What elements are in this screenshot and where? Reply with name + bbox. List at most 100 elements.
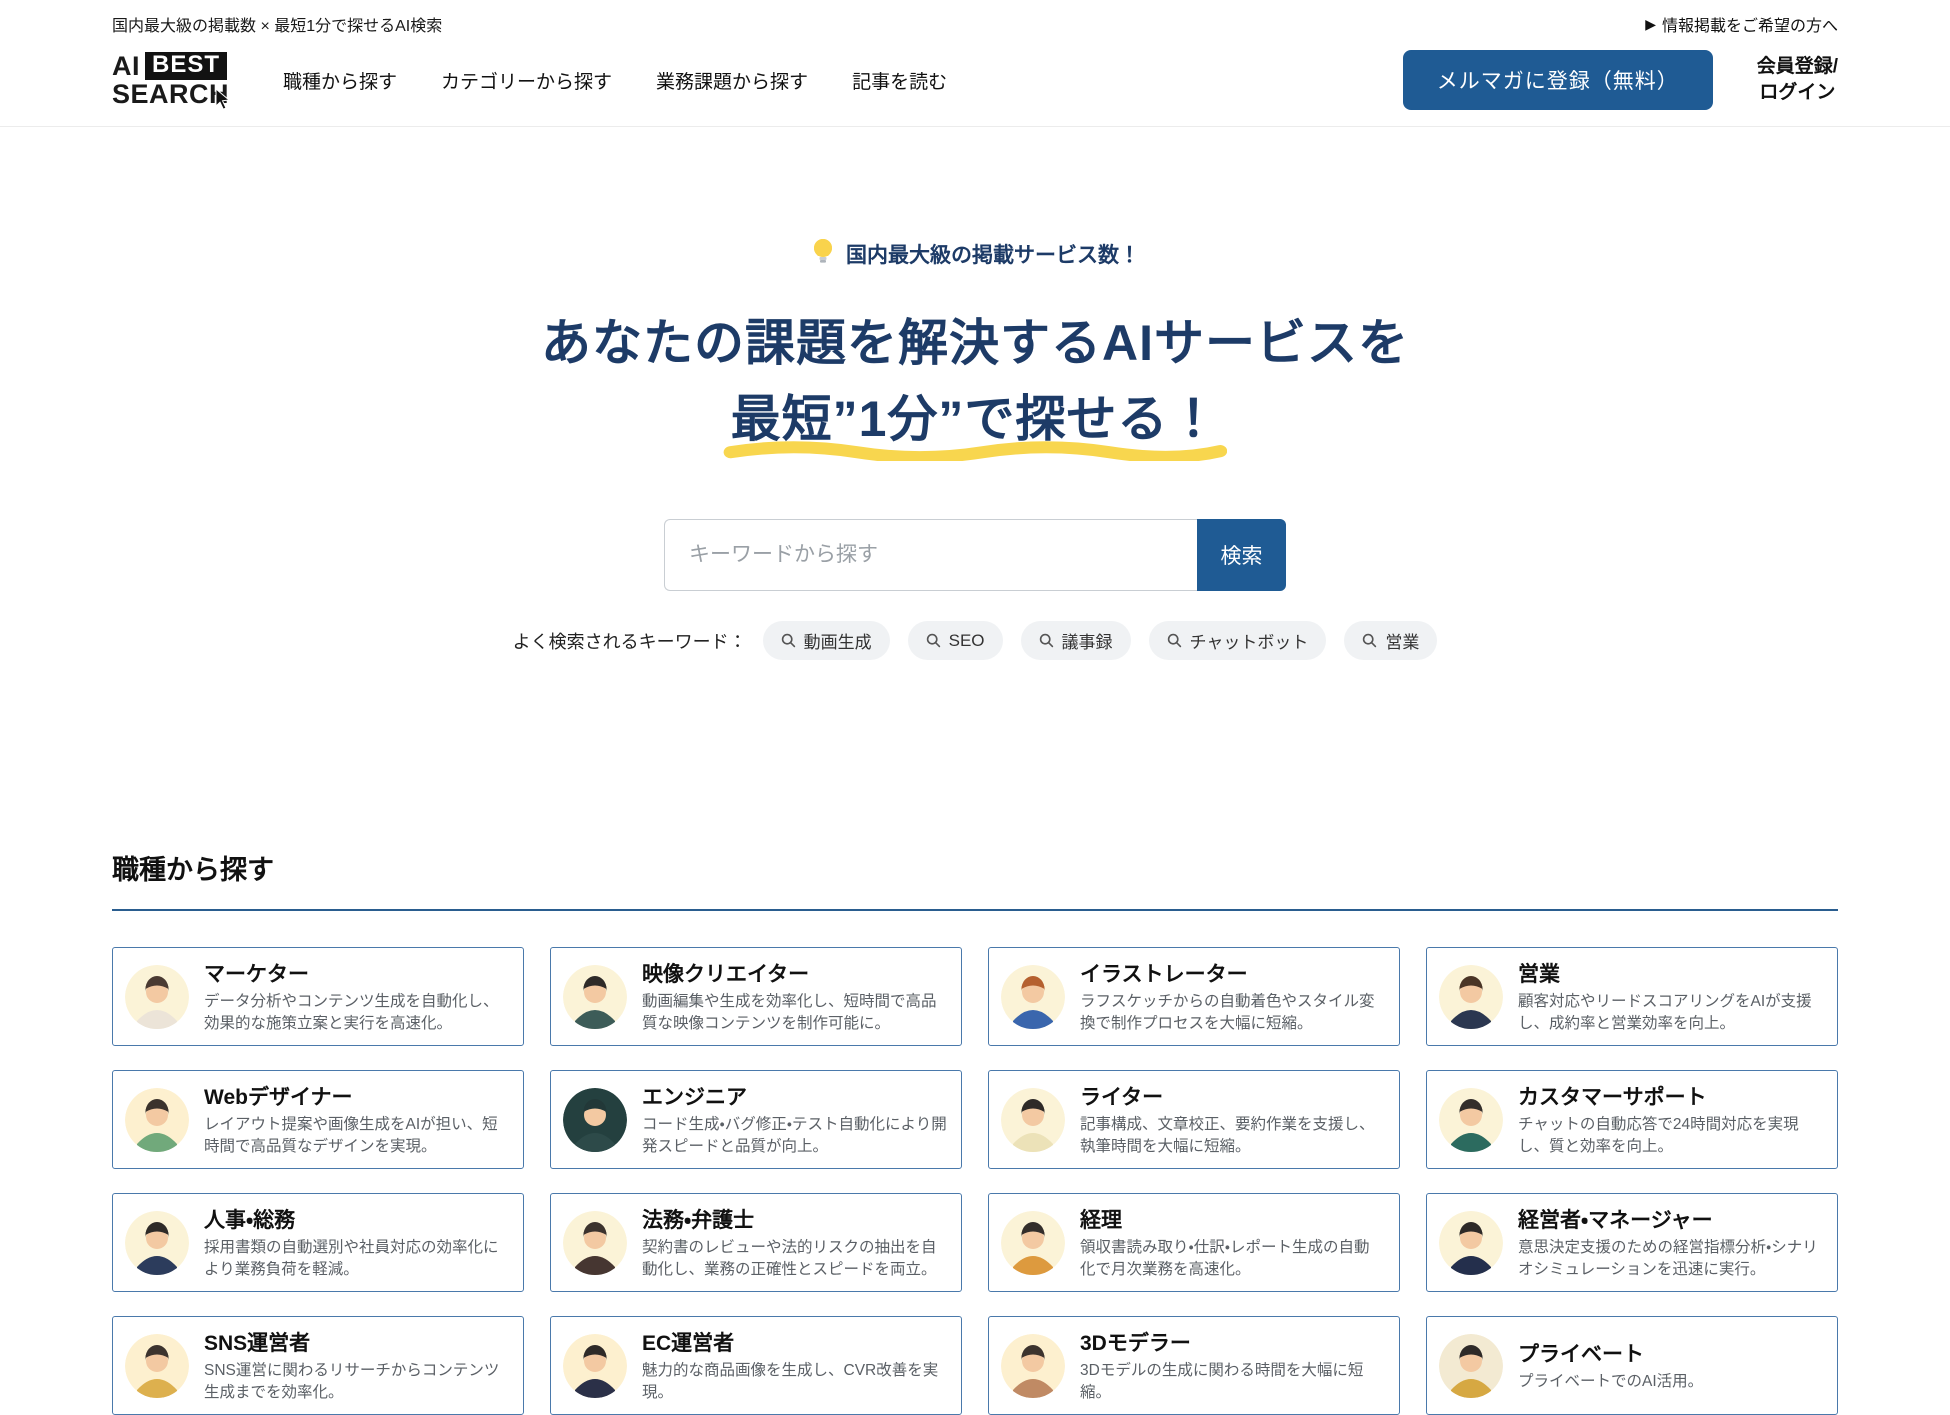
job-card[interactable]: 人事・総務 採用書類の自動選別や社員対応の効率化により業務負荷を軽減。: [112, 1193, 524, 1292]
job-card-text: カスタマーサポート チャットの自動応答で24時間対応を実現し、質と効率を向上。: [1518, 1081, 1823, 1158]
job-card-title: 3Dモデラー: [1080, 1327, 1385, 1357]
keyword-chips: 動画生成 SEO 議事録 チャットボット 営業: [763, 621, 1438, 660]
keyword-chip[interactable]: 議事録: [1021, 621, 1131, 660]
job-card-text: エンジニア コード生成・バグ修正・テスト自動化により開発スピードと品質が向上。: [642, 1081, 947, 1158]
job-card-title: 人事・総務: [204, 1204, 509, 1234]
job-card[interactable]: Webデザイナー レイアウト提案や画像生成をAIが担い、短時間で高品質なデザイン…: [112, 1070, 524, 1169]
lightbulb-icon: [810, 237, 836, 271]
job-card[interactable]: カスタマーサポート チャットの自動応答で24時間対応を実現し、質と効率を向上。: [1426, 1070, 1838, 1169]
hero-section: 国内最大級の掲載サービス数！ あなたの課題を解決するAIサービスを 最短”1分”…: [0, 127, 1950, 660]
job-card-text: プライベート プライベートでのAI活用。: [1518, 1338, 1703, 1393]
job-card-text: EC運営者 魅力的な商品画像を生成し、CVR改善を実現。: [642, 1327, 947, 1404]
info-listing-link[interactable]: ▶ 情報掲載をご希望の方へ: [1645, 12, 1838, 36]
job-card-description: 採用書類の自動選別や社員対応の効率化により業務負荷を軽減。: [204, 1237, 509, 1281]
job-illustration: [563, 1088, 627, 1152]
info-listing-label: 情報掲載をご希望の方へ: [1662, 12, 1838, 36]
job-card[interactable]: イラストレーター ラフスケッチからの自動着色やスタイル変換で制作プロセスを大幅に…: [988, 947, 1400, 1046]
job-card[interactable]: EC運営者 魅力的な商品画像を生成し、CVR改善を実現。: [550, 1316, 962, 1415]
keyword-chip-label: 営業: [1385, 628, 1419, 653]
job-card[interactable]: 経理 領収書読み取り・仕訳・レポート生成の自動化で月次業務を高速化。: [988, 1193, 1400, 1292]
search-button[interactable]: 検索: [1197, 519, 1286, 591]
nav-item[interactable]: 業務課題から探す: [656, 67, 808, 94]
job-card-text: 法務・弁護士 契約書のレビューや法的リスクの抽出を自動化し、業務の正確性とスピー…: [642, 1204, 947, 1281]
keywords-label: よく検索されるキーワード：: [513, 628, 747, 654]
nav-item[interactable]: 記事を読む: [852, 67, 947, 94]
job-illustration: [125, 1088, 189, 1152]
nav-item[interactable]: カテゴリーから探す: [441, 67, 612, 94]
keyword-chip[interactable]: 動画生成: [763, 621, 890, 660]
search-icon: [926, 633, 941, 648]
search-icon: [1362, 633, 1377, 648]
job-card-description: プライベートでのAI活用。: [1518, 1371, 1703, 1393]
job-card[interactable]: 営業 顧客対応やリードスコアリングをAIが支援し、成約率と営業効率を向上。: [1426, 947, 1838, 1046]
job-card-description: 魅力的な商品画像を生成し、CVR改善を実現。: [642, 1360, 947, 1404]
job-illustration: [1439, 1334, 1503, 1398]
job-card-text: SNS運営者 SNS運営に関わるリサーチからコンテンツ生成までを効率化。: [204, 1327, 509, 1404]
job-card-description: SNS運営に関わるリサーチからコンテンツ生成までを効率化。: [204, 1360, 509, 1404]
newsletter-signup-button[interactable]: メルマガに登録（無料）: [1403, 50, 1713, 110]
logo-word-ai: AI: [112, 52, 140, 80]
job-card[interactable]: 法務・弁護士 契約書のレビューや法的リスクの抽出を自動化し、業務の正確性とスピー…: [550, 1193, 962, 1292]
signup-label: 会員登録/: [1757, 56, 1838, 77]
job-card[interactable]: ライター 記事構成、文章校正、要約作業を支援し、執筆時間を大幅に短縮。: [988, 1070, 1400, 1169]
cards-grid: マーケター データ分析やコンテンツ生成を自動化し、効果的な施策立案と実行を高速化…: [112, 947, 1838, 1415]
job-illustration: [1439, 1211, 1503, 1275]
hero-badge: 国内最大級の掲載サービス数！: [810, 237, 1140, 271]
job-card-title: Webデザイナー: [204, 1081, 509, 1111]
hero-title-line2: 最短”1分”で探せる！: [731, 381, 1220, 457]
site-logo[interactable]: AI BEST SEARCH: [112, 52, 233, 108]
job-card-text: マーケター データ分析やコンテンツ生成を自動化し、効果的な施策立案と実行を高速化…: [204, 958, 509, 1035]
job-illustration: [1001, 1088, 1065, 1152]
login-label: ログイン: [1759, 82, 1835, 103]
job-card[interactable]: 3Dモデラー 3Dモデルの生成に関わる時間を大幅に短縮。: [988, 1316, 1400, 1415]
job-card-title: 映像クリエイター: [642, 958, 947, 988]
job-card[interactable]: エンジニア コード生成・バグ修正・テスト自動化により開発スピードと品質が向上。: [550, 1070, 962, 1169]
signup-login-link[interactable]: 会員登録/ログイン: [1757, 54, 1838, 105]
job-card[interactable]: 映像クリエイター 動画編集や生成を効率化し、短時間で高品質な映像コンテンツを制作…: [550, 947, 962, 1046]
job-card-text: 営業 顧客対応やリードスコアリングをAIが支援し、成約率と営業効率を向上。: [1518, 958, 1823, 1035]
job-card-text: 経理 領収書読み取り・仕訳・レポート生成の自動化で月次業務を高速化。: [1080, 1204, 1385, 1281]
job-card[interactable]: SNS運営者 SNS運営に関わるリサーチからコンテンツ生成までを効率化。: [112, 1316, 524, 1415]
job-card-description: 3Dモデルの生成に関わる時間を大幅に短縮。: [1080, 1360, 1385, 1404]
job-card-text: 経営者・マネージャー 意思決定支援のための経営指標分析・シナリオシミュレーション…: [1518, 1204, 1823, 1281]
job-card-text: 人事・総務 採用書類の自動選別や社員対応の効率化により業務負荷を軽減。: [204, 1204, 509, 1281]
hero-badge-text: 国内最大級の掲載サービス数！: [846, 239, 1140, 269]
job-illustration: [563, 965, 627, 1029]
job-card-description: 動画編集や生成を効率化し、短時間で高品質な映像コンテンツを制作可能に。: [642, 991, 947, 1035]
job-card-title: 経理: [1080, 1204, 1385, 1234]
logo-badge-best: BEST: [145, 52, 227, 80]
keyword-chip[interactable]: 営業: [1344, 621, 1437, 660]
job-card-text: イラストレーター ラフスケッチからの自動着色やスタイル変換で制作プロセスを大幅に…: [1080, 958, 1385, 1035]
nav-item[interactable]: 職種から探す: [283, 67, 397, 94]
job-card[interactable]: 経営者・マネージャー 意思決定支援のための経営指標分析・シナリオシミュレーション…: [1426, 1193, 1838, 1292]
job-card-title: マーケター: [204, 958, 509, 988]
section-divider: [112, 909, 1838, 911]
keyword-chip-label: 動画生成: [804, 628, 872, 653]
hero-title: あなたの課題を解決するAIサービスを 最短”1分”で探せる！: [0, 305, 1950, 457]
job-card-text: ライター 記事構成、文章校正、要約作業を支援し、執筆時間を大幅に短縮。: [1080, 1081, 1385, 1158]
job-card-description: 意思決定支援のための経営指標分析・シナリオシミュレーションを迅速に実行。: [1518, 1237, 1823, 1281]
job-card-description: 記事構成、文章校正、要約作業を支援し、執筆時間を大幅に短縮。: [1080, 1114, 1385, 1158]
mouse-cursor-icon: [213, 87, 233, 115]
job-illustration: [1001, 1211, 1065, 1275]
keyword-chip[interactable]: SEO: [908, 621, 1003, 660]
job-card-text: Webデザイナー レイアウト提案や画像生成をAIが担い、短時間で高品質なデザイン…: [204, 1081, 509, 1158]
job-card-title: SNS運営者: [204, 1327, 509, 1357]
job-card-description: コード生成・バグ修正・テスト自動化により開発スピードと品質が向上。: [642, 1114, 947, 1158]
job-card-title: 経営者・マネージャー: [1518, 1204, 1823, 1234]
site-tagline: 国内最大級の掲載数 × 最短1分で探せるAI検索: [112, 12, 442, 36]
job-card-description: 領収書読み取り・仕訳・レポート生成の自動化で月次業務を高速化。: [1080, 1237, 1385, 1281]
job-card[interactable]: マーケター データ分析やコンテンツ生成を自動化し、効果的な施策立案と実行を高速化…: [112, 947, 524, 1046]
keyword-chip[interactable]: チャットボット: [1149, 621, 1327, 660]
section-title: 職種から探す: [112, 848, 1838, 887]
job-card-description: データ分析やコンテンツ生成を自動化し、効果的な施策立案と実行を高速化。: [204, 991, 509, 1035]
job-card-title: エンジニア: [642, 1081, 947, 1111]
search-input[interactable]: [664, 519, 1197, 591]
jobs-section: 職種から探す マーケター データ分析やコンテンツ生成を自動化し、効果的な施策立案…: [0, 848, 1950, 1415]
search-icon: [781, 633, 796, 648]
job-card[interactable]: プライベート プライベートでのAI活用。: [1426, 1316, 1838, 1415]
job-card-text: 3Dモデラー 3Dモデルの生成に関わる時間を大幅に短縮。: [1080, 1327, 1385, 1404]
site-header: AI BEST SEARCH 職種から探す カテゴリーから探す 業務課題から探す 記事…: [0, 36, 1950, 127]
job-illustration: [1439, 1088, 1503, 1152]
keyword-chip-label: チャットボット: [1190, 628, 1309, 653]
